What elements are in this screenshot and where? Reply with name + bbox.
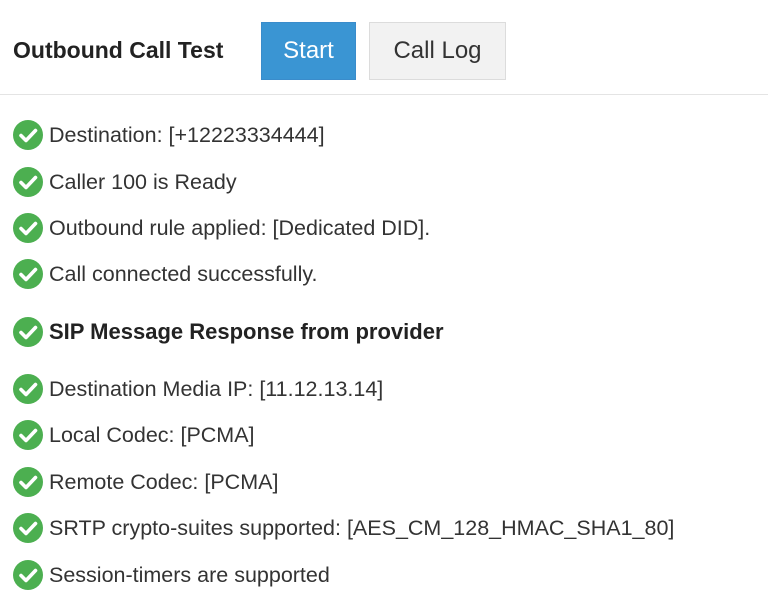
result-row: Outbound rule applied: [Dedicated DID]. [12, 211, 430, 245]
result-text: Session-timers are supported [49, 562, 330, 587]
check-circle-icon [13, 167, 43, 197]
check-circle-icon [13, 513, 43, 543]
result-row: Call connected successfully. [12, 257, 317, 291]
section-heading-text: SIP Message Response from provider [49, 319, 444, 344]
outbound-call-test-page: Outbound Call Test Start Call Log Destin… [0, 0, 768, 616]
result-row: Session-timers are supported [12, 558, 330, 592]
section-heading: SIP Message Response from provider [12, 315, 444, 349]
result-row: Local Codec: [PCMA] [12, 418, 255, 452]
start-button[interactable]: Start [261, 22, 356, 80]
check-circle-icon [13, 467, 43, 497]
result-row: SRTP crypto-suites supported: [AES_CM_12… [12, 511, 674, 545]
result-text: Caller 100 is Ready [49, 169, 237, 194]
result-text: SRTP crypto-suites supported: [AES_CM_12… [49, 515, 675, 540]
result-text: Remote Codec: [PCMA] [49, 469, 279, 494]
check-circle-icon [13, 374, 43, 404]
result-text: Outbound rule applied: [Dedicated DID]. [49, 215, 431, 240]
result-row: Remote Codec: [PCMA] [12, 465, 278, 499]
result-text: Call connected successfully. [49, 261, 318, 286]
check-circle-icon [13, 420, 43, 450]
page-header: Outbound Call Test Start Call Log [0, 0, 768, 95]
result-text: Destination Media IP: [11.12.13.14] [49, 376, 384, 401]
check-circle-icon [13, 317, 43, 347]
check-circle-icon [13, 213, 43, 243]
result-row: Caller 100 is Ready [12, 165, 237, 199]
page-title: Outbound Call Test [13, 37, 224, 63]
result-row: Destination Media IP: [11.12.13.14] [12, 372, 383, 406]
check-circle-icon [13, 560, 43, 590]
result-text: Destination: [+12223334444] [49, 122, 325, 147]
call-log-button[interactable]: Call Log [369, 22, 506, 80]
result-text: Local Codec: [PCMA] [49, 422, 255, 447]
check-circle-icon [13, 259, 43, 289]
result-row: Destination: [+12223334444] [12, 118, 325, 152]
check-circle-icon [13, 120, 43, 150]
